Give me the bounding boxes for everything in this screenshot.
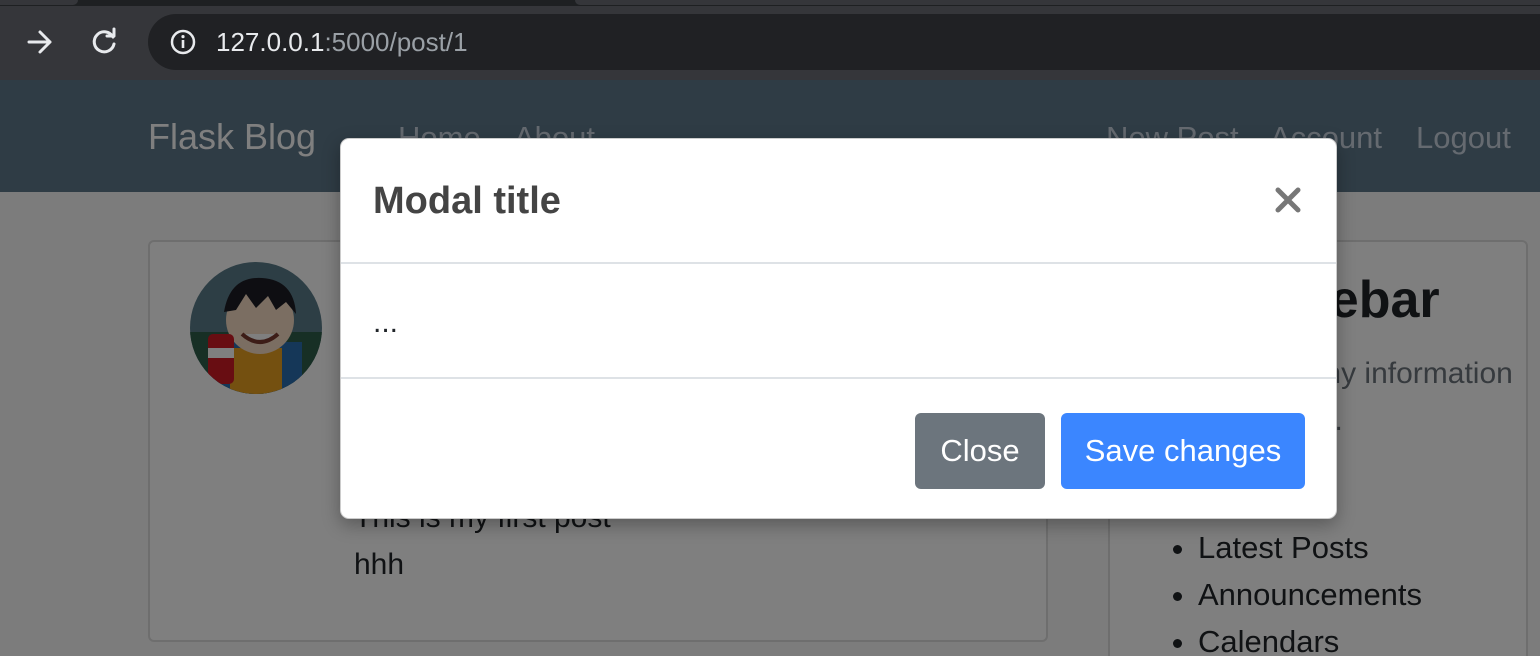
close-icon bbox=[1275, 187, 1301, 213]
browser-tab[interactable] bbox=[0, 0, 78, 5]
modal-header: Modal title bbox=[341, 139, 1336, 264]
info-icon[interactable] bbox=[170, 29, 196, 55]
forward-button[interactable] bbox=[18, 20, 62, 64]
browser-toolbar: 127.0.0.1:5000/post/1 bbox=[0, 6, 1540, 80]
modal-close-button[interactable] bbox=[1271, 183, 1305, 217]
modal-dialog: Modal title ... Close Save changes bbox=[340, 138, 1337, 519]
close-button[interactable]: Close bbox=[915, 413, 1045, 489]
modal-body: ... bbox=[373, 306, 399, 339]
url-host: 127.0.0.1 bbox=[216, 27, 325, 57]
modal-footer: Close Save changes bbox=[341, 377, 1336, 520]
save-changes-button[interactable]: Save changes bbox=[1061, 413, 1305, 489]
browser-tab[interactable] bbox=[575, 0, 1540, 5]
reload-icon bbox=[92, 27, 116, 54]
url-text: 127.0.0.1:5000/post/1 bbox=[216, 28, 468, 56]
forward-arrow-icon bbox=[27, 30, 52, 54]
modal-title: Modal title bbox=[373, 180, 561, 222]
reload-button[interactable] bbox=[82, 20, 126, 64]
url-path: :5000/post/1 bbox=[324, 27, 468, 57]
address-bar[interactable]: 127.0.0.1:5000/post/1 bbox=[148, 14, 1540, 70]
